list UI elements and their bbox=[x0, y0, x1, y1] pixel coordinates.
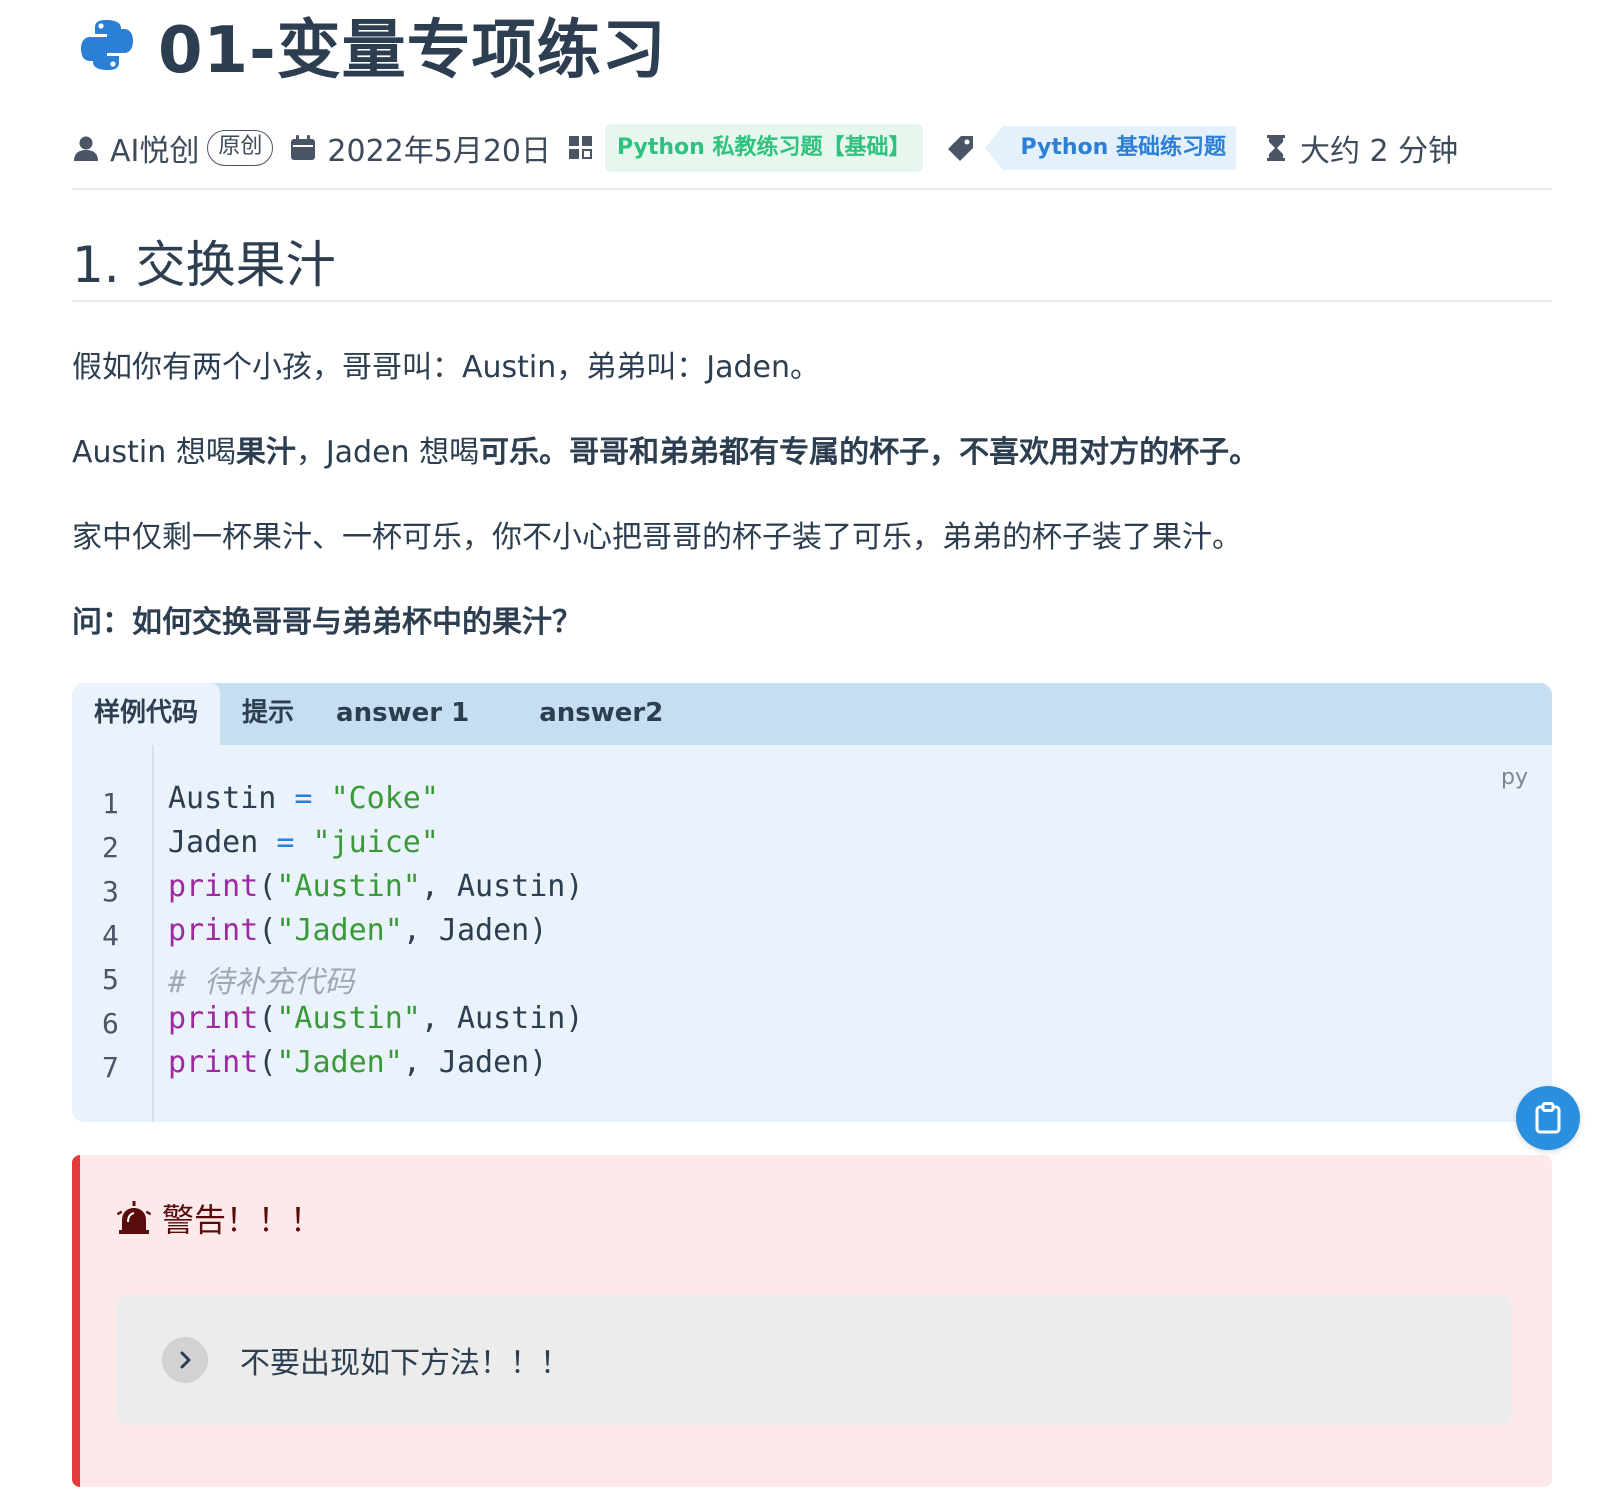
tab-answer-2[interactable]: answer2 bbox=[517, 683, 685, 745]
code-token: , Austin) bbox=[420, 1001, 584, 1036]
code-token: = bbox=[276, 781, 331, 816]
divider bbox=[72, 300, 1552, 302]
paragraph: 假如你有两个小孩，哥哥叫：Austin，弟弟叫：Jaden。 bbox=[72, 350, 821, 385]
python-logo-icon bbox=[81, 20, 133, 70]
warning-box: 警告！！！ 不要出现如下方法！！！ bbox=[72, 1155, 1552, 1487]
chevron-right-icon[interactable] bbox=[162, 1337, 208, 1383]
paragraph: 家中仅剩一杯果汁、一杯可乐，你不小心把哥哥的杯子装了可乐，弟弟的杯子装了果汁。 bbox=[72, 520, 1242, 555]
code-token: "Jaden" bbox=[276, 913, 403, 948]
code-token: ( bbox=[258, 869, 277, 904]
user-icon bbox=[74, 136, 98, 161]
code-line: Austin = "Coke" bbox=[168, 781, 439, 816]
page-title: 01-变量专项练习 bbox=[158, 14, 667, 88]
language-label: py bbox=[1501, 765, 1528, 790]
divider bbox=[72, 188, 1552, 190]
page-title-row: 01-变量专项练习 bbox=[72, 0, 667, 90]
line-number: 5 bbox=[102, 963, 119, 996]
code-line: print("Austin", Austin) bbox=[168, 869, 583, 904]
code-token: "juice" bbox=[312, 825, 439, 860]
author-name[interactable]: AI悦创 bbox=[110, 126, 199, 170]
text-span: ，Jaden 想喝 bbox=[295, 435, 480, 470]
code-token: ( bbox=[258, 1001, 277, 1036]
tag-link[interactable]: Python 基础练习题 bbox=[984, 126, 1236, 170]
code-tabs: 样例代码 提示 answer 1 answer2 py 1 2 3 4 5 6 … bbox=[72, 683, 1552, 1122]
bold-text: 问：如何交换哥哥与弟弟杯中的果汁？ bbox=[72, 605, 582, 640]
question: 问：如何交换哥哥与弟弟杯中的果汁？ bbox=[72, 597, 582, 641]
bold-text: 果汁 bbox=[235, 435, 296, 470]
tab-hint[interactable]: 提示 bbox=[220, 683, 316, 745]
code-token: ( bbox=[258, 913, 277, 948]
reading-time-text: 大约 2 分钟 bbox=[1300, 134, 1459, 169]
line-number-gutter: 1 2 3 4 5 6 7 bbox=[72, 745, 154, 1122]
paragraph: Austin 想喝果汁，Jaden 想喝可乐。哥哥和弟弟都有专属的杯子，不喜欢用… bbox=[72, 427, 1259, 471]
code-token: , Jaden) bbox=[402, 1045, 548, 1080]
code-token: "Austin" bbox=[276, 1001, 421, 1036]
code-line: Jaden = "juice" bbox=[168, 825, 439, 860]
line-number: 3 bbox=[102, 875, 119, 908]
article-meta: AI悦创 原创 2022年5月20日 Python 私教练习题【基础】 Pyth… bbox=[72, 120, 1552, 176]
line-number: 4 bbox=[102, 919, 119, 952]
copy-code-button[interactable] bbox=[1516, 1086, 1580, 1150]
original-badge: 原创 bbox=[207, 130, 274, 166]
tab-sample-code[interactable]: 样例代码 bbox=[72, 683, 221, 745]
line-number: 1 bbox=[102, 787, 119, 820]
warning-title-text: 警告！！！ bbox=[162, 1201, 323, 1239]
code-token: = bbox=[258, 825, 313, 860]
line-number: 6 bbox=[102, 1007, 119, 1040]
line-number: 2 bbox=[102, 831, 119, 864]
section-heading: 1. 交换果汁 bbox=[72, 236, 336, 294]
code-token: "Austin" bbox=[276, 869, 421, 904]
text-span: Austin 想喝 bbox=[72, 435, 236, 470]
date-info: 2022年5月20日 bbox=[289, 126, 551, 170]
code-token: ( bbox=[258, 1045, 277, 1080]
collapsible-details[interactable]: 不要出现如下方法！！！ bbox=[116, 1295, 1512, 1425]
code-token: Austin bbox=[168, 781, 277, 816]
category-info: Python 私教练习题【基础】 bbox=[567, 124, 923, 172]
category-icon bbox=[569, 136, 592, 159]
warning-title: 警告！！！ bbox=[116, 1195, 322, 1241]
author-info[interactable]: AI悦创 原创 bbox=[72, 126, 274, 170]
category-link[interactable]: Python 私教练习题【基础】 bbox=[605, 124, 923, 172]
tab-bar: 样例代码 提示 answer 1 answer2 bbox=[72, 683, 1552, 745]
code-token: "Coke" bbox=[330, 781, 439, 816]
code-body: py 1 2 3 4 5 6 7 Austin = "Coke" Jaden =… bbox=[72, 745, 1552, 1122]
code-token: print bbox=[168, 913, 259, 948]
calendar-icon bbox=[291, 135, 316, 160]
reading-time: 大约 2 分钟 bbox=[1262, 126, 1458, 170]
tag-icon bbox=[947, 136, 973, 161]
hourglass-icon bbox=[1267, 135, 1285, 161]
code-token: print bbox=[168, 869, 259, 904]
code-line: print("Jaden", Jaden) bbox=[168, 1045, 547, 1080]
bold-text: 可乐。哥哥和弟弟都有专属的杯子，不喜欢用对方的杯子。 bbox=[479, 435, 1260, 470]
code-token: "Jaden" bbox=[276, 1045, 403, 1080]
clipboard-icon bbox=[1535, 1102, 1561, 1134]
code-line: # 待补充代码 bbox=[168, 957, 354, 1001]
publish-date: 2022年5月20日 bbox=[327, 134, 551, 169]
alarm-icon bbox=[116, 1201, 152, 1234]
code-token: Jaden bbox=[168, 825, 259, 860]
code-token: print bbox=[168, 1045, 259, 1080]
code-comment: # 待补充代码 bbox=[168, 965, 355, 1000]
code-line: print("Jaden", Jaden) bbox=[168, 913, 547, 948]
line-number: 7 bbox=[102, 1051, 119, 1084]
tag-info: Python 基础练习题 bbox=[947, 126, 1236, 170]
code-line: print("Austin", Austin) bbox=[168, 1001, 583, 1036]
code-token: , Jaden) bbox=[402, 913, 548, 948]
code-token: print bbox=[168, 1001, 259, 1036]
details-summary[interactable]: 不要出现如下方法！！！ bbox=[240, 1338, 570, 1382]
code-token: , Austin) bbox=[420, 869, 584, 904]
tab-answer-1[interactable]: answer 1 bbox=[316, 683, 517, 745]
